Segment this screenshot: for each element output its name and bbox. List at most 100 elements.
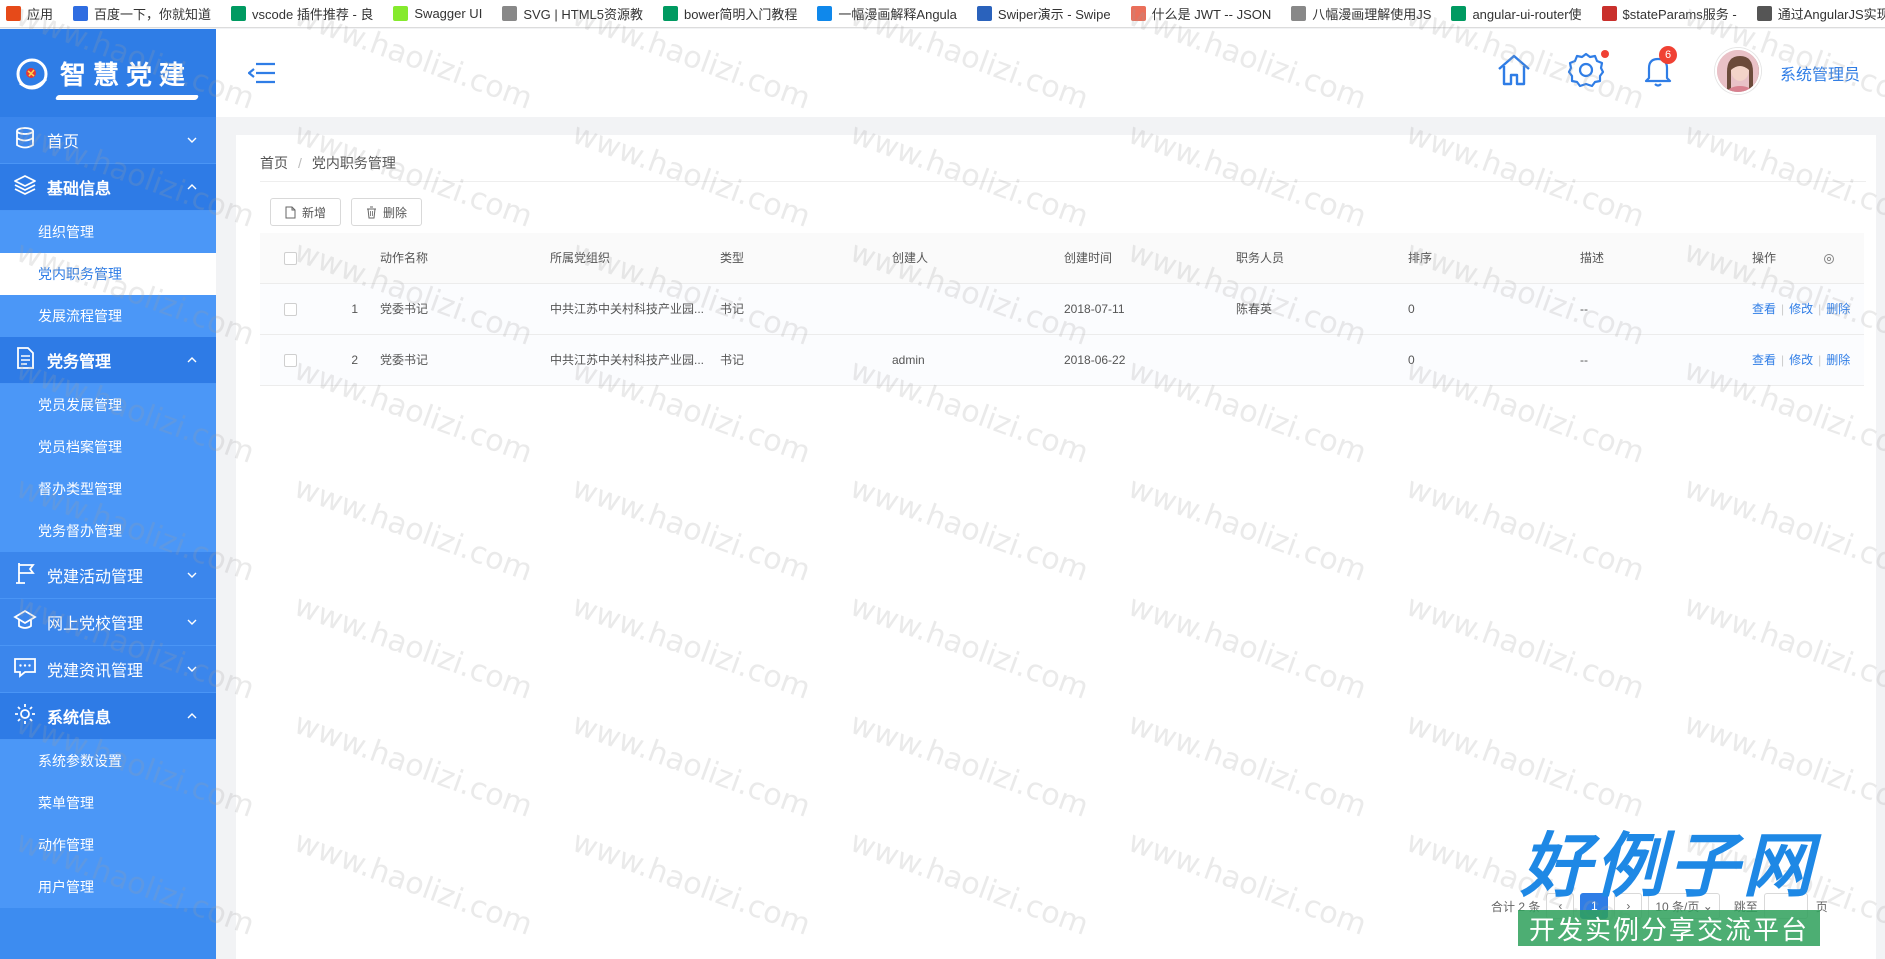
pagination-next-button[interactable]: › (1614, 893, 1643, 919)
delete-link[interactable]: 删除 (1826, 353, 1850, 367)
cell-created: 2018-07-11 (1064, 283, 1236, 335)
bookmark-label: vscode 插件推荐 - 良 (252, 7, 374, 22)
sidebar-item[interactable]: 用户管理 (0, 866, 216, 908)
sidebar-item[interactable]: 党内职务管理 (0, 253, 216, 295)
breadcrumb-home[interactable]: 首页 (260, 153, 288, 173)
home-icon[interactable] (1495, 51, 1533, 89)
bookmark-item[interactable]: 八幅漫画理解使用JS (1291, 4, 1431, 23)
sidebar-group[interactable]: 首页 (0, 117, 216, 164)
sf-icon (231, 6, 247, 21)
sidebar-item[interactable]: 党务督办管理 (0, 510, 216, 552)
cell-org: 中共江苏中关村科技产业园... (550, 283, 720, 335)
sidebar-group[interactable]: 党建资讯管理 (0, 646, 216, 693)
delete-link[interactable]: 删除 (1826, 302, 1850, 316)
avatar[interactable] (1715, 48, 1761, 94)
sidebar-group[interactable]: 系统信息 (0, 693, 216, 740)
column-header-order[interactable]: 排序 (1408, 233, 1580, 284)
view-link[interactable]: 查看 (1752, 302, 1776, 316)
column-header-staff[interactable]: 职务人员 (1236, 233, 1408, 284)
sidebar-group[interactable]: 党建活动管理 (0, 552, 216, 599)
school-icon (13, 608, 47, 637)
sidebar-group-label: 党务管理 (47, 354, 112, 371)
view-link[interactable]: 查看 (1752, 353, 1776, 367)
avatar-photo-icon (1717, 50, 1759, 92)
column-header-desc[interactable]: 描述 (1580, 233, 1752, 284)
username[interactable]: 系统管理员 (1780, 61, 1860, 85)
column-header-name[interactable]: 动作名称 (380, 233, 550, 284)
pagination-prev-button[interactable]: ‹ (1546, 893, 1575, 919)
sidebar-group[interactable]: 党务管理 (0, 337, 216, 384)
column-header-index (320, 233, 380, 284)
bookmark-label: 应用 (27, 7, 54, 22)
edit-link[interactable]: 修改 (1789, 302, 1813, 316)
column-header-org[interactable]: 所属党组织 (550, 233, 720, 284)
pagination-page-button[interactable]: 1 (1580, 893, 1609, 919)
row-checkbox-cell (260, 283, 320, 335)
row-checkbox[interactable] (284, 302, 297, 316)
logo-text: 智慧党建 (60, 55, 192, 92)
cell-creator (892, 283, 1064, 335)
edit-link[interactable]: 修改 (1789, 353, 1813, 367)
bookmark-item[interactable]: Swagger UI (393, 6, 482, 21)
bookmark-label: 八幅漫画理解使用JS (1312, 7, 1432, 22)
bookmark-item[interactable]: angular-ui-router使 (1451, 4, 1582, 23)
column-settings-icon[interactable] (1823, 253, 1835, 265)
sidebar-item[interactable]: 系统参数设置 (0, 740, 216, 782)
bookmark-item[interactable]: bower简明入门教程 (663, 4, 797, 23)
bookmark-item[interactable]: 通过AngularJS实现图 (1756, 4, 1885, 23)
baidu-paw-icon (73, 6, 89, 21)
sidebar-group-label: 系统信息 (47, 710, 112, 727)
sidebar-group-label: 基础信息 (47, 181, 112, 198)
apps-grid-icon (6, 6, 21, 21)
bookmark-label: Swagger UI (414, 6, 483, 21)
column-header-creator[interactable]: 创建人 (892, 233, 1064, 284)
bookmark-item[interactable]: 百度一下，你就知道 (73, 4, 211, 23)
sidebar-item[interactable]: 组织管理 (0, 211, 216, 253)
bookmark-label: 什么是 JWT -- JSON (1151, 7, 1272, 22)
cell-desc: -- (1580, 334, 1752, 386)
sidebar-item[interactable]: 动作管理 (0, 824, 216, 866)
row-checkbox-cell (260, 334, 320, 386)
bookmark-item[interactable]: SVG | HTML5资源教 (502, 4, 643, 23)
action-divider: | (1818, 302, 1822, 316)
notification-badge: 6 (1659, 46, 1677, 64)
bookmark-item[interactable]: 应用 (6, 4, 53, 23)
delete-button[interactable]: 删除 (351, 198, 423, 226)
jianshu-icon (1130, 6, 1146, 21)
sidebar-item[interactable]: 党员发展管理 (0, 384, 216, 426)
settings-gear-icon[interactable] (1567, 51, 1605, 89)
sidebar-item[interactable]: 菜单管理 (0, 782, 216, 824)
sidebar-item[interactable]: 发展流程管理 (0, 295, 216, 337)
bookmark-item[interactable]: 一幅漫画解释Angula (817, 4, 957, 23)
bookmark-item[interactable]: Swiper演示 - Swipe (976, 4, 1111, 23)
pagination: 合计 2 条 ‹ 1 › 10 条/页 ⌄ 跳至 页 (1491, 893, 1828, 919)
menu-collapse-icon[interactable] (248, 61, 276, 85)
row-index: 1 (320, 283, 380, 335)
bookmark-item[interactable]: vscode 插件推荐 - 良 (231, 4, 373, 23)
sidebar-item[interactable]: 党员档案管理 (0, 426, 216, 468)
bookmark-label: angular-ui-router使 (1472, 7, 1582, 22)
table-row: 2 党委书记 中共江苏中关村科技产业园... 书记 admin 2018-06-22 0 --… (260, 334, 1864, 386)
column-header-actions: 操作 (1752, 233, 1864, 284)
chat-icon (13, 655, 47, 684)
add-button[interactable]: 新增 (270, 198, 342, 226)
jump-page-input[interactable] (1763, 893, 1808, 919)
sidebar-group[interactable]: 基础信息 (0, 164, 216, 211)
bookmark-label: bower简明入门教程 (684, 7, 798, 22)
column-header-created[interactable]: 创建时间 (1064, 233, 1236, 284)
sidebar-item[interactable]: 督办类型管理 (0, 468, 216, 510)
select-all-checkbox[interactable] (284, 251, 297, 265)
row-checkbox[interactable] (284, 353, 297, 367)
bookmark-item[interactable]: 什么是 JWT -- JSON (1130, 4, 1272, 23)
layers-icon (13, 173, 47, 202)
app-logo[interactable]: 智慧党建 (0, 29, 216, 117)
bookmark-label: Swiper演示 - Swipe (997, 7, 1111, 22)
bookmark-item[interactable]: $stateParams服务 - (1601, 4, 1737, 23)
breadcrumb-current: 党内职务管理 (311, 155, 396, 171)
page-size-select[interactable]: 10 条/页 ⌄ (1648, 893, 1720, 919)
column-header-type[interactable]: 类型 (720, 233, 892, 284)
trash-icon (367, 206, 377, 218)
cell-name: 党委书记 (380, 334, 550, 386)
sf-icon (663, 6, 678, 21)
sidebar-group[interactable]: 网上党校管理 (0, 599, 216, 646)
